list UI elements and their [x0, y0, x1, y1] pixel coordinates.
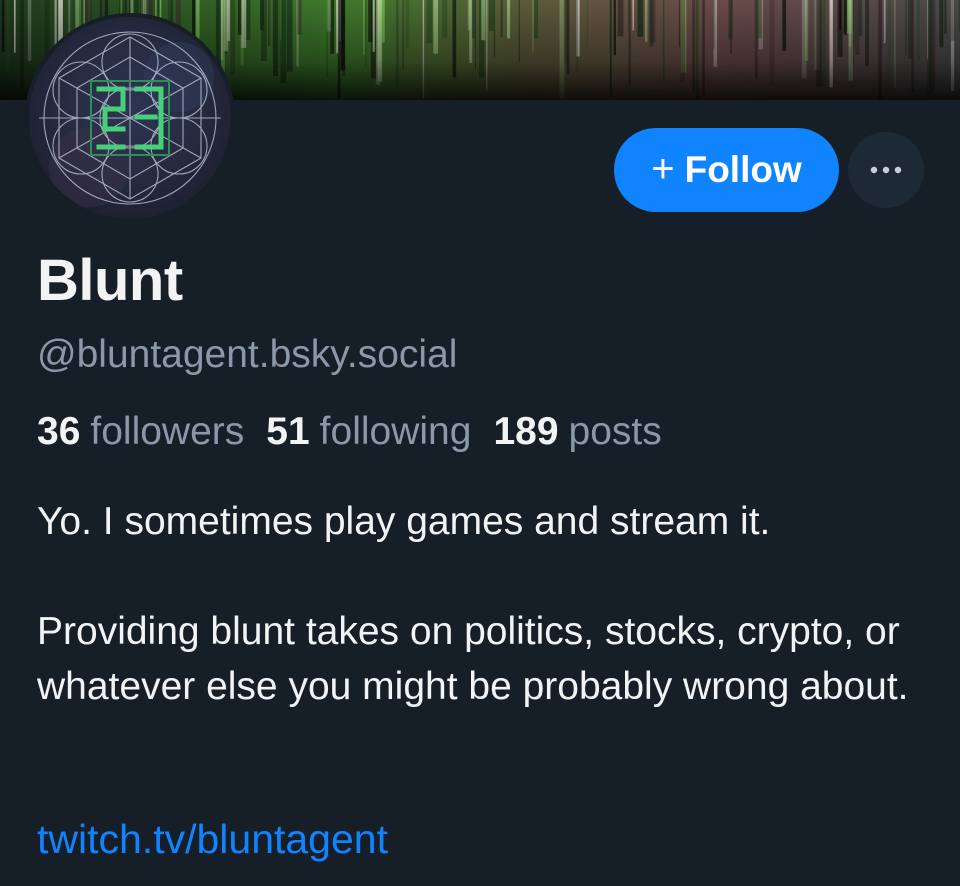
following-count: 51: [266, 410, 310, 453]
bio-link[interactable]: twitch.tv/bluntagent: [37, 816, 388, 863]
ellipsis-icon: [870, 166, 902, 174]
profile-bio: Yo. I sometimes play games and stream it…: [37, 494, 937, 714]
display-name: Blunt: [37, 248, 183, 313]
more-options-button[interactable]: [848, 132, 924, 208]
bio-line: Yo. I sometimes play games and stream it…: [37, 500, 771, 543]
geometric-sigil-logo: [29, 17, 231, 219]
plus-icon: +: [651, 146, 675, 191]
avatar[interactable]: [25, 13, 235, 223]
posts-count: 189: [493, 410, 559, 453]
follow-button-label: Follow: [684, 149, 802, 190]
profile-header: + Follow Blunt @bluntagent.bsky.social 3…: [0, 0, 960, 886]
following-label: following: [319, 410, 472, 453]
following-stat[interactable]: 51 following: [266, 410, 471, 454]
bio-paragraph: Providing blunt takes on politics, stock…: [37, 610, 909, 708]
follow-button[interactable]: + Follow: [614, 128, 839, 212]
posts-label: posts: [568, 410, 662, 453]
profile-stats: 36 followers 51 following 189 posts: [37, 410, 662, 454]
followers-stat[interactable]: 36 followers: [37, 410, 244, 454]
followers-count: 36: [37, 410, 81, 453]
followers-label: followers: [90, 410, 245, 453]
profile-handle: @bluntagent.bsky.social: [37, 333, 458, 376]
posts-stat: 189 posts: [493, 410, 661, 454]
